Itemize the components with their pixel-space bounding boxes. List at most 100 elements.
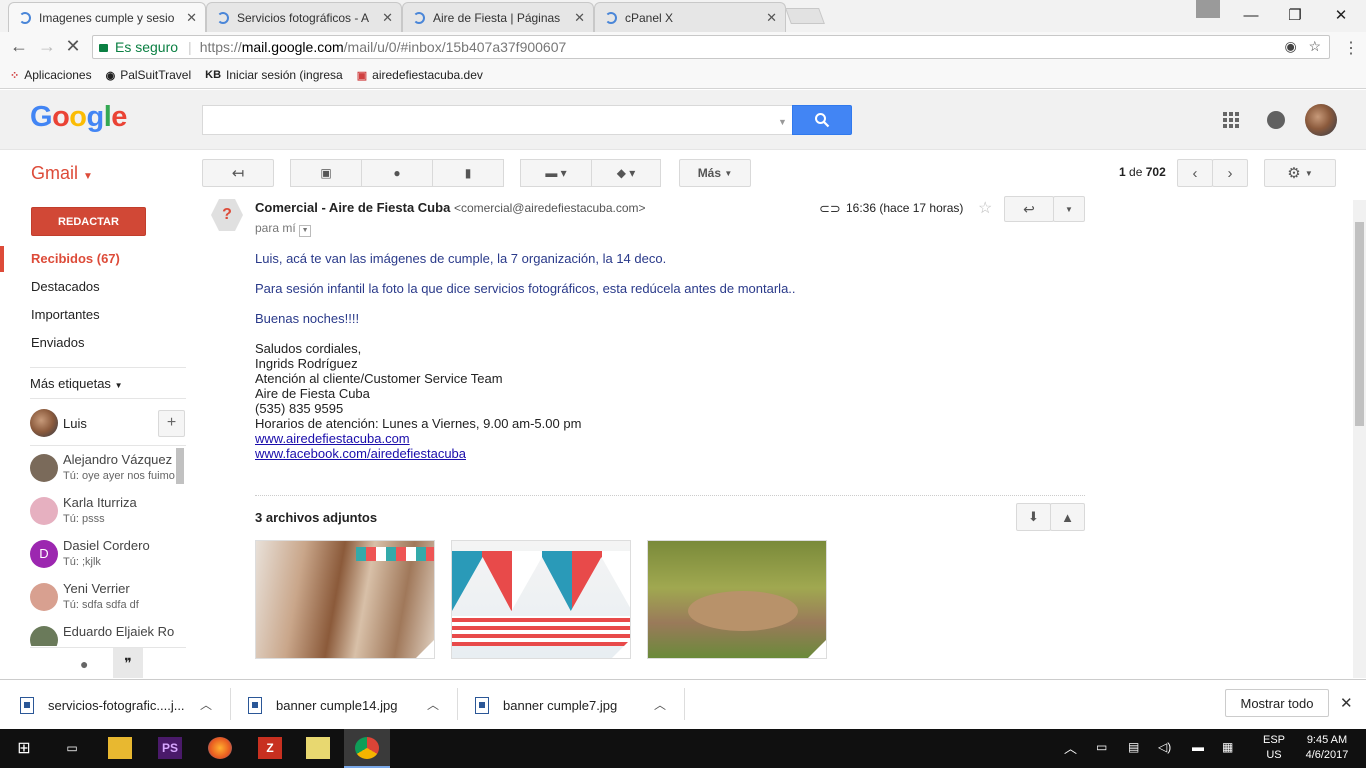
volume-icon[interactable]: ◁) (1158, 740, 1171, 754)
search-input[interactable] (202, 105, 792, 135)
recipient-line[interactable]: para mí ▼ (255, 221, 312, 237)
compose-button[interactable]: REDACTAR (31, 207, 146, 236)
star-icon[interactable]: ☆ (978, 198, 992, 218)
more-actions-button[interactable]: ▼ (1053, 196, 1085, 222)
close-downloads-icon[interactable]: ✕ (1340, 694, 1353, 712)
older-button[interactable]: › (1212, 159, 1248, 187)
more-button[interactable]: Más ▼ (679, 159, 751, 187)
forward-icon[interactable]: → (36, 36, 58, 57)
nav-important[interactable]: Importantes (31, 307, 100, 322)
phpstorm-icon[interactable]: PS (158, 737, 182, 759)
more-labels[interactable]: Más etiquetas ▼ (30, 376, 122, 391)
browser-tab[interactable]: Imagenes cumple y sesio ✕ (8, 2, 206, 32)
file-explorer-icon[interactable] (108, 737, 132, 759)
sticky-notes-icon[interactable] (306, 737, 330, 759)
gmail-menu[interactable]: Gmail ▼ (31, 163, 93, 184)
close-icon[interactable]: ✕ (766, 10, 777, 26)
filezilla-icon[interactable]: Z (258, 737, 282, 759)
attachment-thumbnail[interactable] (451, 540, 631, 659)
contacts-icon[interactable]: ● (80, 656, 88, 672)
chevron-up-icon[interactable]: ︿ (200, 696, 212, 713)
profile-icon[interactable] (1196, 0, 1220, 18)
scrollbar-thumb[interactable] (1355, 222, 1364, 426)
divider (457, 688, 458, 720)
close-icon[interactable]: ✕ (186, 10, 197, 26)
close-icon[interactable]: ✕ (382, 10, 393, 26)
facebook-link[interactable]: www.facebook.com/airedefiestacuba (255, 446, 466, 461)
account-avatar[interactable] (1305, 104, 1337, 136)
report-spam-button[interactable]: ● (361, 159, 433, 187)
archive-button[interactable]: ▣ (290, 159, 362, 187)
action-center-icon[interactable]: ▬ (1192, 740, 1204, 754)
task-view-icon[interactable]: ▭ (60, 737, 84, 759)
download-item[interactable]: banner cumple14.jpg (248, 690, 397, 720)
chat-contact[interactable]: Alejandro Vázquez Tú: oye ayer nos fuimo (30, 452, 186, 495)
chat-contact[interactable]: D Dasiel Cordero Tú: ;kjlk (30, 538, 186, 581)
download-all-button[interactable]: ⬇ (1016, 503, 1051, 531)
chat-user-avatar[interactable] (30, 409, 58, 437)
browser-tab[interactable]: cPanel X ✕ (594, 2, 786, 32)
security-indicator[interactable]: Es seguro (99, 39, 178, 55)
star-icon[interactable]: ☆ (1308, 38, 1321, 54)
attachment-thumbnail[interactable] (255, 540, 435, 659)
chevron-up-icon[interactable]: ︿ (654, 696, 666, 713)
labels-button[interactable]: ◆ ▾ (591, 159, 661, 187)
bookmark-apps[interactable]: ⁘ Aplicaciones (10, 68, 92, 82)
attachment-thumbnail[interactable] (647, 540, 827, 659)
bookmark-site[interactable]: ▣ airedefiestacuba.dev (357, 68, 483, 82)
new-chat-button[interactable]: + (158, 410, 185, 437)
chat-contact[interactable]: Yeni Verrier Tú: sdfa sdfa df (30, 581, 186, 624)
nav-starred[interactable]: Destacados (31, 279, 100, 294)
reply-button[interactable]: ↩ (1004, 196, 1054, 222)
address-bar[interactable]: Es seguro | https://mail.google.com/mail… (92, 35, 1330, 59)
chat-contact[interactable]: Karla Iturriza Tú: psss (30, 495, 186, 538)
new-tab-button[interactable] (785, 8, 825, 24)
chat-contact[interactable]: Eduardo Eljaiek Ro (30, 624, 186, 646)
battery-icon[interactable]: ▭ (1096, 740, 1107, 754)
download-item[interactable]: banner cumple7.jpg (475, 690, 617, 720)
save-to-drive-button[interactable]: ▲ (1050, 503, 1085, 531)
newer-button[interactable]: ‹ (1177, 159, 1213, 187)
apps-icon[interactable] (1223, 112, 1239, 128)
website-link[interactable]: www.airedefiestacuba.com (255, 431, 410, 446)
hangouts-icon[interactable]: ❞ (113, 648, 143, 678)
attachments-title: 3 archivos adjuntos (255, 510, 378, 525)
browser-tab[interactable]: Aire de Fiesta | Páginas ✕ (402, 2, 594, 32)
browser-tab[interactable]: Servicios fotográficos - A ✕ (206, 2, 402, 32)
windows-start-icon[interactable]: ⊞ (12, 737, 36, 759)
minimize-icon[interactable]: — (1228, 0, 1274, 30)
divider (230, 688, 231, 720)
close-icon[interactable]: ✕ (574, 10, 585, 26)
stop-loading-icon[interactable]: ✕ (62, 36, 84, 57)
chat-scrollbar[interactable] (176, 448, 184, 484)
back-to-inbox-button[interactable]: ↤ (202, 159, 274, 187)
bookmark-login[interactable]: KB Iniciar sesión (ingresa (205, 68, 343, 82)
move-to-button[interactable]: ▬ ▾ (520, 159, 592, 187)
network-icon[interactable]: ▤ (1128, 740, 1139, 754)
menu-icon[interactable]: ⋮ (1340, 38, 1362, 58)
google-logo[interactable]: Google (30, 101, 127, 134)
notifications-icon[interactable] (1267, 111, 1285, 129)
nav-inbox[interactable]: Recibidos (67) (31, 251, 120, 266)
show-all-button[interactable]: Mostrar todo (1225, 689, 1329, 717)
search-button[interactable] (792, 105, 852, 135)
download-item[interactable]: servicios-fotografic....j... (20, 690, 185, 720)
close-window-icon[interactable]: ✕ (1318, 0, 1364, 30)
search-options-icon[interactable]: ▼ (778, 117, 787, 127)
firefox-icon[interactable] (208, 737, 232, 759)
bookmark-palsuit[interactable]: ◉ PalSuitTravel (106, 68, 192, 82)
back-icon[interactable]: ← (8, 36, 30, 57)
eye-icon[interactable]: ◉ (1285, 38, 1297, 54)
chevron-up-icon[interactable]: ︿ (427, 696, 439, 713)
chevron-up-icon[interactable]: ︿ (1064, 738, 1077, 757)
url-text[interactable]: https://mail.google.com/mail/u/0/#inbox/… (200, 39, 567, 55)
nav-sent[interactable]: Enviados (31, 335, 84, 350)
keyboard-icon[interactable]: ▦ (1222, 740, 1233, 754)
restore-icon[interactable]: ❐ (1272, 0, 1318, 30)
sender-name[interactable]: Comercial - Aire de Fiesta Cuba (255, 200, 450, 215)
input-language[interactable]: ESP US (1263, 733, 1285, 763)
details-dropdown-icon[interactable]: ▼ (299, 225, 312, 237)
clock[interactable]: 9:45 AM 4/6/2017 (1300, 733, 1354, 763)
delete-button[interactable]: ▮ (432, 159, 504, 187)
settings-button[interactable]: ⚙ ▼ (1264, 159, 1336, 187)
